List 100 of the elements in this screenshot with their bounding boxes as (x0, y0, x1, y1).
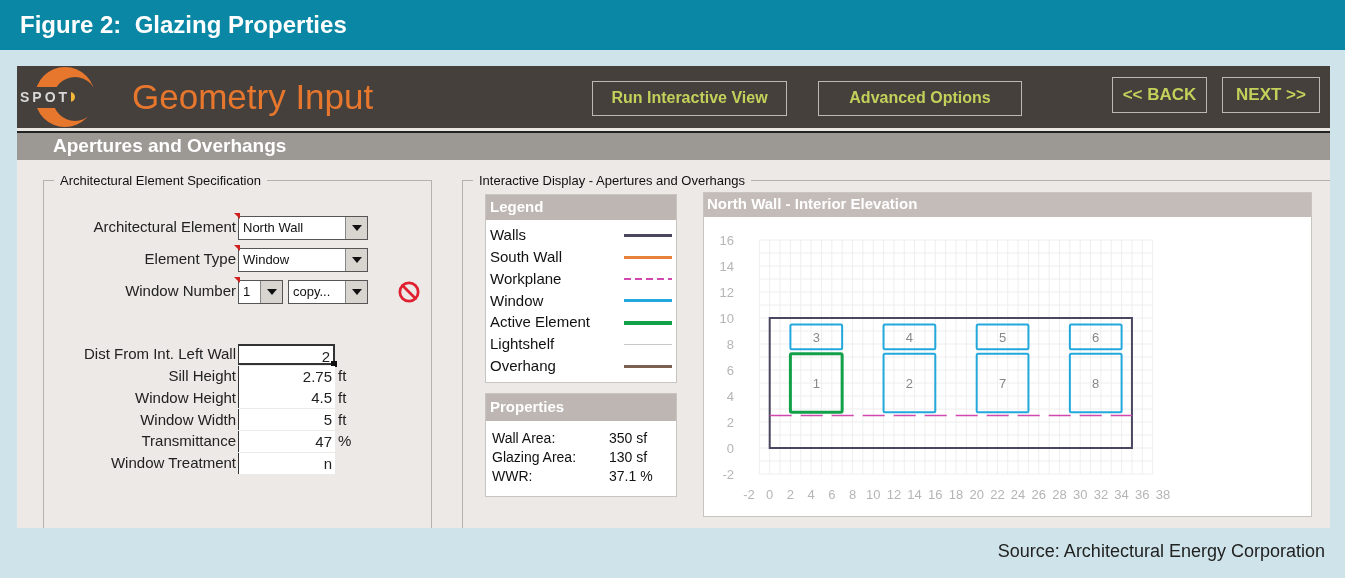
axis-tick-label: 30 (1072, 486, 1088, 502)
axis-tick-label: 36 (1135, 486, 1150, 502)
axis-tick-label: 20 (969, 486, 984, 502)
axis-tick-label: -2 (722, 466, 734, 482)
unit-label: ft (338, 387, 347, 408)
legend-label: Overhang (490, 355, 557, 376)
axis-tick-label: 6 (726, 362, 734, 378)
panel-header: North Wall - Interior Elevation (704, 192, 1311, 217)
figure-title: Figure 2: Glazing Properties (20, 10, 347, 40)
axis-tick-label: 16 (928, 486, 943, 502)
dropdown[interactable]: North Wall (238, 215, 368, 240)
window-number: 8 (1092, 375, 1100, 391)
window-number: 7 (998, 375, 1007, 391)
nav-button[interactable]: NEXT >> (1222, 77, 1320, 113)
no-entry-icon[interactable] (398, 280, 420, 303)
caret-icon (266, 288, 277, 295)
axis-tick-label: 14 (907, 486, 922, 502)
group-title: Interactive Display - Apertures and Overhangs (478, 172, 746, 190)
window-outline[interactable] (1068, 352, 1123, 413)
comment-marker-icon (234, 212, 240, 219)
number-field[interactable]: 2.75 (238, 365, 335, 387)
property-label: Wall Area: (492, 429, 557, 449)
caret-icon (351, 224, 362, 231)
dropdown[interactable]: Window (238, 247, 368, 272)
axis-tick-label: 4 (726, 388, 734, 404)
window-outline[interactable] (975, 323, 1030, 350)
dropdown-arrow-button[interactable] (345, 280, 367, 303)
window-number: 3 (812, 329, 820, 345)
axis-tick-label: 0 (766, 486, 774, 502)
legend-label: Window (490, 290, 545, 311)
number-field[interactable]: 2 (238, 343, 335, 365)
legend-label: Active Element (490, 312, 592, 333)
panel-header: Properties (486, 394, 676, 422)
unit-label: ft (338, 409, 347, 430)
axis-tick-label: 2 (726, 414, 734, 430)
axis-tick-label: 0 (726, 440, 734, 456)
axis-tick-label: 18 (948, 486, 964, 502)
dropdown-arrow-button[interactable] (345, 216, 367, 239)
window-outline[interactable] (882, 323, 937, 350)
window-number: 5 (998, 329, 1007, 345)
axis-tick-label: 28 (1052, 486, 1067, 502)
number-field[interactable]: n (238, 452, 335, 474)
field-label: Window Height (134, 387, 236, 408)
property-label: WWR: (492, 467, 534, 487)
field-label: Element Type (143, 249, 236, 270)
legend-label: South Wall (490, 246, 563, 267)
toolbar-button[interactable]: Advanced Options (818, 80, 1022, 116)
fill-handle[interactable] (331, 360, 337, 367)
caret-icon (351, 256, 362, 263)
dropdown[interactable]: 1 (238, 279, 283, 304)
axis-tick-label: 8 (848, 486, 857, 502)
property-label: Glazing Area: (492, 448, 578, 468)
axis-tick-label: 22 (990, 486, 1005, 502)
nav-button[interactable]: << BACK (1112, 77, 1207, 113)
comment-marker-icon (234, 276, 240, 283)
logo-text: SPOT (19, 87, 72, 108)
dropdown-arrow-button[interactable] (345, 248, 367, 271)
number-field[interactable]: 4.5 (238, 387, 335, 409)
legend-label: Walls (490, 225, 528, 246)
axis-tick-label: -2 (743, 486, 755, 502)
window-number: 4 (905, 329, 914, 345)
group-title: Architectural Element Specification (59, 172, 262, 190)
number-field[interactable]: 5 (238, 409, 335, 431)
dropdown[interactable]: copy... (288, 279, 368, 304)
axis-tick-label: 6 (828, 486, 836, 502)
number-field[interactable]: 47 (238, 431, 335, 453)
axis-tick-label: 12 (719, 284, 734, 300)
axis-tick-label: 14 (719, 258, 734, 274)
axis-tick-label: 8 (726, 336, 734, 352)
window-outline[interactable] (882, 352, 937, 413)
property-value: 130 sf (609, 448, 648, 468)
section-title: Apertures and Overhangs (53, 134, 287, 159)
axis-tick-label: 16 (719, 232, 734, 248)
property-value: 37.1 % (609, 467, 653, 487)
field-label: Architectural Element (92, 217, 236, 238)
comment-marker-icon (234, 244, 240, 251)
field-label: Dist From Int. Left Wall (83, 344, 236, 365)
dropdown-arrow-button[interactable] (260, 280, 282, 303)
axis-tick-label: 34 (1114, 486, 1129, 502)
axis-tick-label: 10 (719, 310, 734, 326)
legend-label: Workplane (490, 268, 563, 289)
axis-tick-label: 12 (886, 486, 902, 502)
window-outline[interactable] (789, 323, 844, 350)
field-label: Window Width (139, 409, 236, 430)
field-label: Window Number (124, 281, 236, 302)
window-number: 6 (1092, 329, 1100, 345)
window-outline[interactable] (788, 351, 844, 414)
toolbar-button[interactable]: Run Interactive View (592, 80, 787, 116)
source-caption: Source: Architectural Energy Corporation (997, 540, 1325, 563)
axis-tick-label: 38 (1155, 486, 1171, 502)
unit-label: ft (338, 365, 347, 386)
app-title: Geometry Input (132, 75, 374, 118)
property-value: 350 sf (609, 429, 648, 449)
window-outline[interactable] (975, 352, 1030, 413)
caret-icon (351, 288, 362, 295)
field-label: Sill Height (167, 365, 236, 386)
axis-tick-label: 32 (1093, 486, 1109, 502)
axis-tick-label: 26 (1031, 486, 1047, 502)
window-number: 1 (812, 375, 820, 391)
window-outline[interactable] (1068, 323, 1123, 350)
